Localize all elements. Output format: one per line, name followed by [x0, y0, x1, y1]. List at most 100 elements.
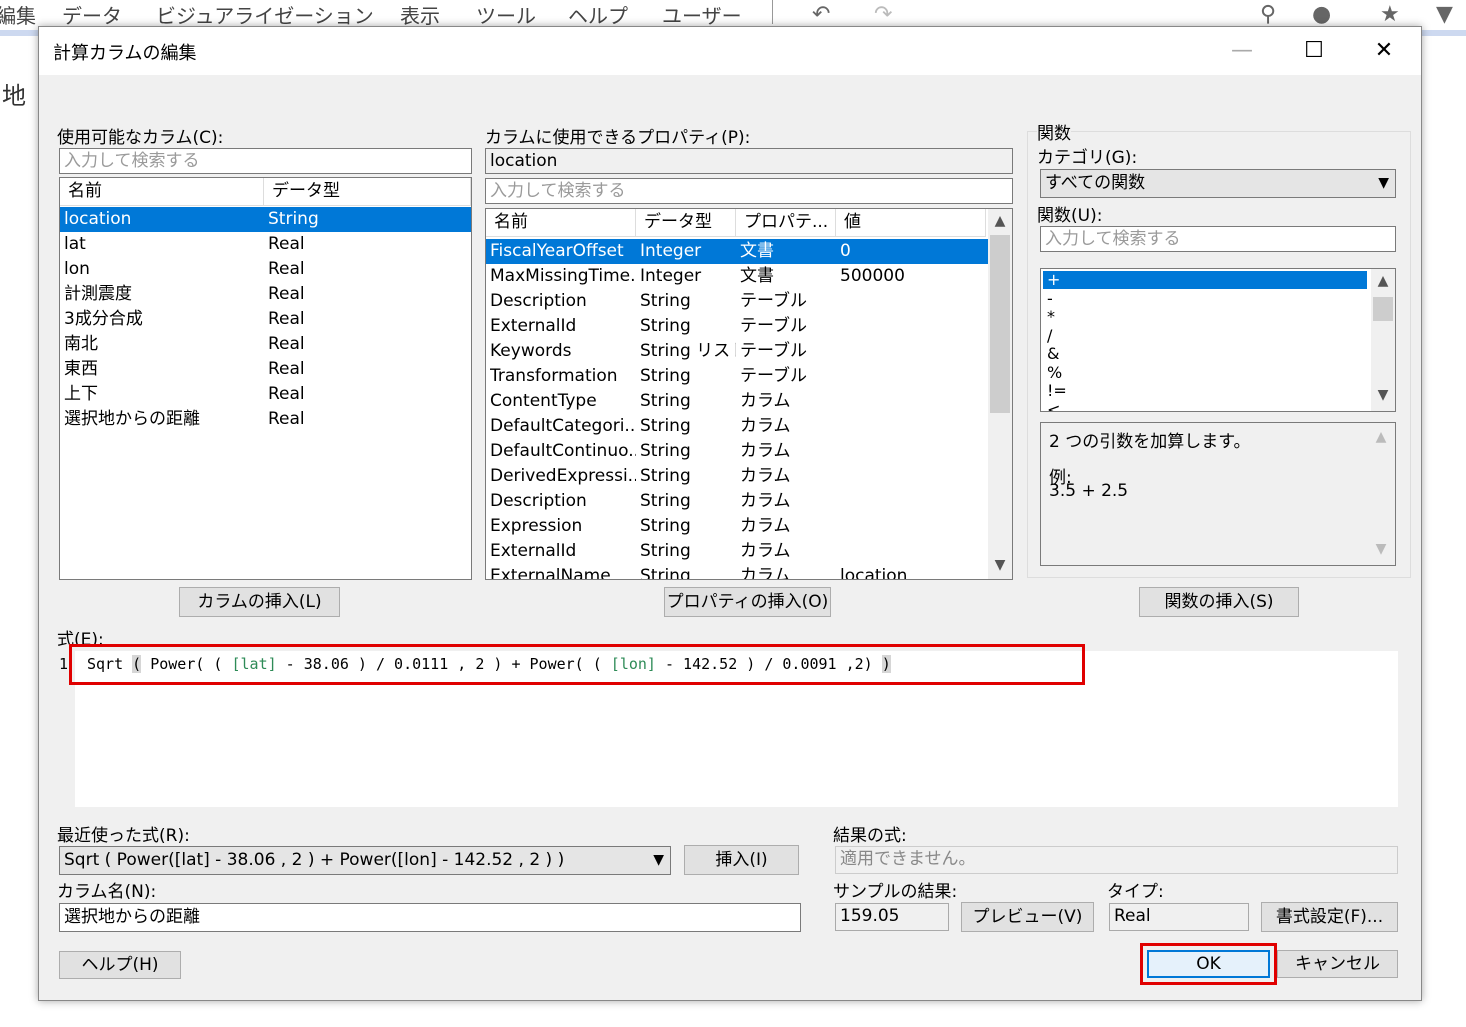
insert-recent-button[interactable]: 挿入(I) — [684, 845, 799, 875]
available-column-row[interactable]: 東西 Real — [60, 357, 471, 382]
menu-view[interactable]: 表示 — [400, 0, 440, 29]
column-type-cell: Real — [268, 259, 305, 279]
help-button[interactable]: ヘルプ(H) — [59, 951, 181, 979]
available-column-row[interactable]: location String — [60, 207, 471, 232]
category-label: カテゴリ(G): — [1037, 148, 1138, 168]
maximize-icon[interactable]: ☐ — [1291, 33, 1337, 69]
function-item[interactable]: * — [1043, 308, 1367, 326]
background-page-text: 地 — [2, 82, 26, 110]
available-column-row[interactable]: 3成分合成 Real — [60, 307, 471, 332]
properties-scrollbar[interactable]: ▲ ▼ — [988, 209, 1012, 579]
insert-column-button[interactable]: カラムの挿入(L) — [179, 587, 340, 617]
minimize-icon[interactable]: — — [1219, 33, 1265, 69]
available-column-row[interactable]: 選択地からの距離 Real — [60, 407, 471, 432]
insert-property-button[interactable]: プロパティの挿入(O) — [664, 587, 831, 617]
recent-label: 最近使った式(R): — [57, 826, 190, 846]
undo-icon[interactable]: ↶ — [812, 2, 830, 27]
property-row[interactable]: Transformation String テーブル — [486, 364, 988, 389]
format-button[interactable]: 書式設定(F)... — [1261, 902, 1398, 932]
property-row[interactable]: Description String テーブル — [486, 289, 988, 314]
properties-list[interactable]: 名前 データ型 プロパテ... 値 FiscalYearOffset Intege… — [485, 208, 1013, 580]
property-kind-cell: テーブル — [740, 316, 807, 336]
dialog-titlebar: 計算カラムの編集 — ☐ ✕ — [39, 27, 1421, 75]
function-search[interactable]: 入力して検索する — [1040, 226, 1396, 252]
insert-function-button[interactable]: 関数の挿入(S) — [1139, 587, 1299, 617]
ok-button[interactable]: OK — [1147, 950, 1270, 978]
function-scrollbar[interactable]: ▲ ▼ — [1371, 269, 1395, 411]
available-column-row[interactable]: lat Real — [60, 232, 471, 257]
property-kind-cell: カラム — [740, 466, 791, 486]
property-row[interactable]: DefaultCategori... String カラム — [486, 414, 988, 439]
function-item[interactable]: % — [1043, 363, 1367, 382]
column-name-cell: 南北 — [64, 334, 98, 354]
menu-user[interactable]: ユーザー — [662, 0, 742, 29]
property-row[interactable]: MaxMissingTime... Integer 文書 500000 — [486, 264, 988, 289]
function-example-value: 3.5 + 2.5 — [1049, 481, 1129, 501]
function-item[interactable]: + — [1043, 271, 1367, 289]
scroll-down-icon[interactable]: ▼ — [988, 557, 1012, 573]
scroll-up-icon[interactable]: ▲ — [988, 213, 1012, 229]
comment-icon[interactable]: ● — [1312, 2, 1331, 27]
property-row[interactable]: Description String カラム — [486, 489, 988, 514]
expression-line-number: 1 — [59, 655, 69, 673]
property-row[interactable]: Expression String カラム — [486, 514, 988, 539]
property-row[interactable]: ExternalId String カラム — [486, 539, 988, 564]
close-icon[interactable]: ✕ — [1361, 33, 1407, 69]
property-type-cell: String — [640, 516, 691, 536]
fn-scroll-up-icon[interactable]: ▲ — [1371, 273, 1395, 289]
function-item[interactable]: / — [1043, 326, 1367, 345]
bookmark-icon[interactable]: ★ — [1380, 2, 1400, 27]
prop-header-name[interactable]: 名前 — [486, 209, 636, 237]
available-column-row[interactable]: 計測震度 Real — [60, 282, 471, 307]
search-icon[interactable]: ⚲ — [1260, 2, 1276, 27]
fn-scroll-thumb[interactable] — [1373, 297, 1393, 321]
menu-visualization[interactable]: ビジュアライゼーション — [156, 0, 374, 29]
menu-edit[interactable]: 編集 — [0, 0, 36, 29]
prop-header-property[interactable]: プロパテ... — [736, 209, 836, 237]
expression-token: Sqrt — [87, 655, 124, 673]
property-row[interactable]: Keywords String リストテーブル — [486, 339, 988, 364]
redo-icon[interactable]: ↷ — [874, 2, 892, 27]
available-column-row[interactable]: 南北 Real — [60, 332, 471, 357]
properties-search[interactable]: 入力して検索する — [485, 178, 1013, 204]
property-row[interactable]: DefaultContinuo... String カラム — [486, 439, 988, 464]
function-item[interactable]: < — [1043, 400, 1367, 411]
available-columns-search[interactable]: 入力して検索する — [59, 148, 472, 174]
function-item[interactable]: - — [1043, 289, 1367, 308]
column-header-name[interactable]: 名前 — [60, 178, 264, 206]
desc-scroll-down-icon[interactable]: ▼ — [1369, 541, 1393, 557]
column-type-cell: Real — [268, 334, 305, 354]
available-column-row[interactable]: lon Real — [60, 257, 471, 282]
expression-text[interactable]: Sqrt ( Power( ( [lat] - 38.06 ) / 0.0111… — [87, 655, 891, 673]
property-row[interactable]: DerivedExpressi... String カラム — [486, 464, 988, 489]
category-select[interactable]: すべての関数 ▼ — [1040, 169, 1396, 198]
property-row[interactable]: ExternalName String カラム location — [486, 564, 988, 579]
menu-tools[interactable]: ツール — [476, 0, 536, 29]
column-header-type[interactable]: データ型 — [264, 178, 471, 206]
property-row[interactable]: ExternalId String テーブル — [486, 314, 988, 339]
scroll-thumb[interactable] — [990, 235, 1010, 413]
column-type-cell: Real — [268, 234, 305, 254]
available-columns-list[interactable]: 名前 データ型 location String lat Real lon Real 計測震度… — [59, 177, 472, 580]
property-name-cell: ExternalId — [490, 541, 577, 561]
chevron-down-icon: ▼ — [1378, 175, 1389, 191]
function-list[interactable]: + - * / &% != < ▲ ▼ — [1040, 268, 1396, 412]
available-column-row[interactable]: 上下 Real — [60, 382, 471, 407]
recent-expression-select[interactable]: Sqrt ( Power([lat] - 38.06 , 2 ) + Power… — [59, 846, 671, 875]
menu-data[interactable]: データ — [62, 0, 122, 29]
function-item[interactable]: & — [1043, 345, 1367, 363]
desc-scroll-up-icon[interactable]: ▲ — [1369, 429, 1393, 445]
property-row[interactable]: ContentType String カラム — [486, 389, 988, 414]
function-item[interactable]: != — [1043, 382, 1367, 400]
menu-help[interactable]: ヘルプ — [568, 0, 628, 29]
property-row[interactable]: FiscalYearOffset Integer 文書 0 — [486, 239, 988, 264]
property-name-cell: Transformation — [490, 366, 618, 386]
cancel-button[interactable]: キャンセル — [1277, 950, 1398, 978]
prop-header-type[interactable]: データ型 — [636, 209, 736, 237]
column-name-input[interactable]: 選択地からの距離 — [59, 903, 801, 932]
fn-scroll-down-icon[interactable]: ▼ — [1371, 387, 1395, 403]
preview-button[interactable]: プレビュー(V) — [961, 902, 1094, 932]
property-type-cell: String — [640, 491, 691, 511]
prop-header-value[interactable]: 値 — [836, 209, 986, 237]
filter-icon[interactable]: ▼ — [1436, 2, 1453, 27]
